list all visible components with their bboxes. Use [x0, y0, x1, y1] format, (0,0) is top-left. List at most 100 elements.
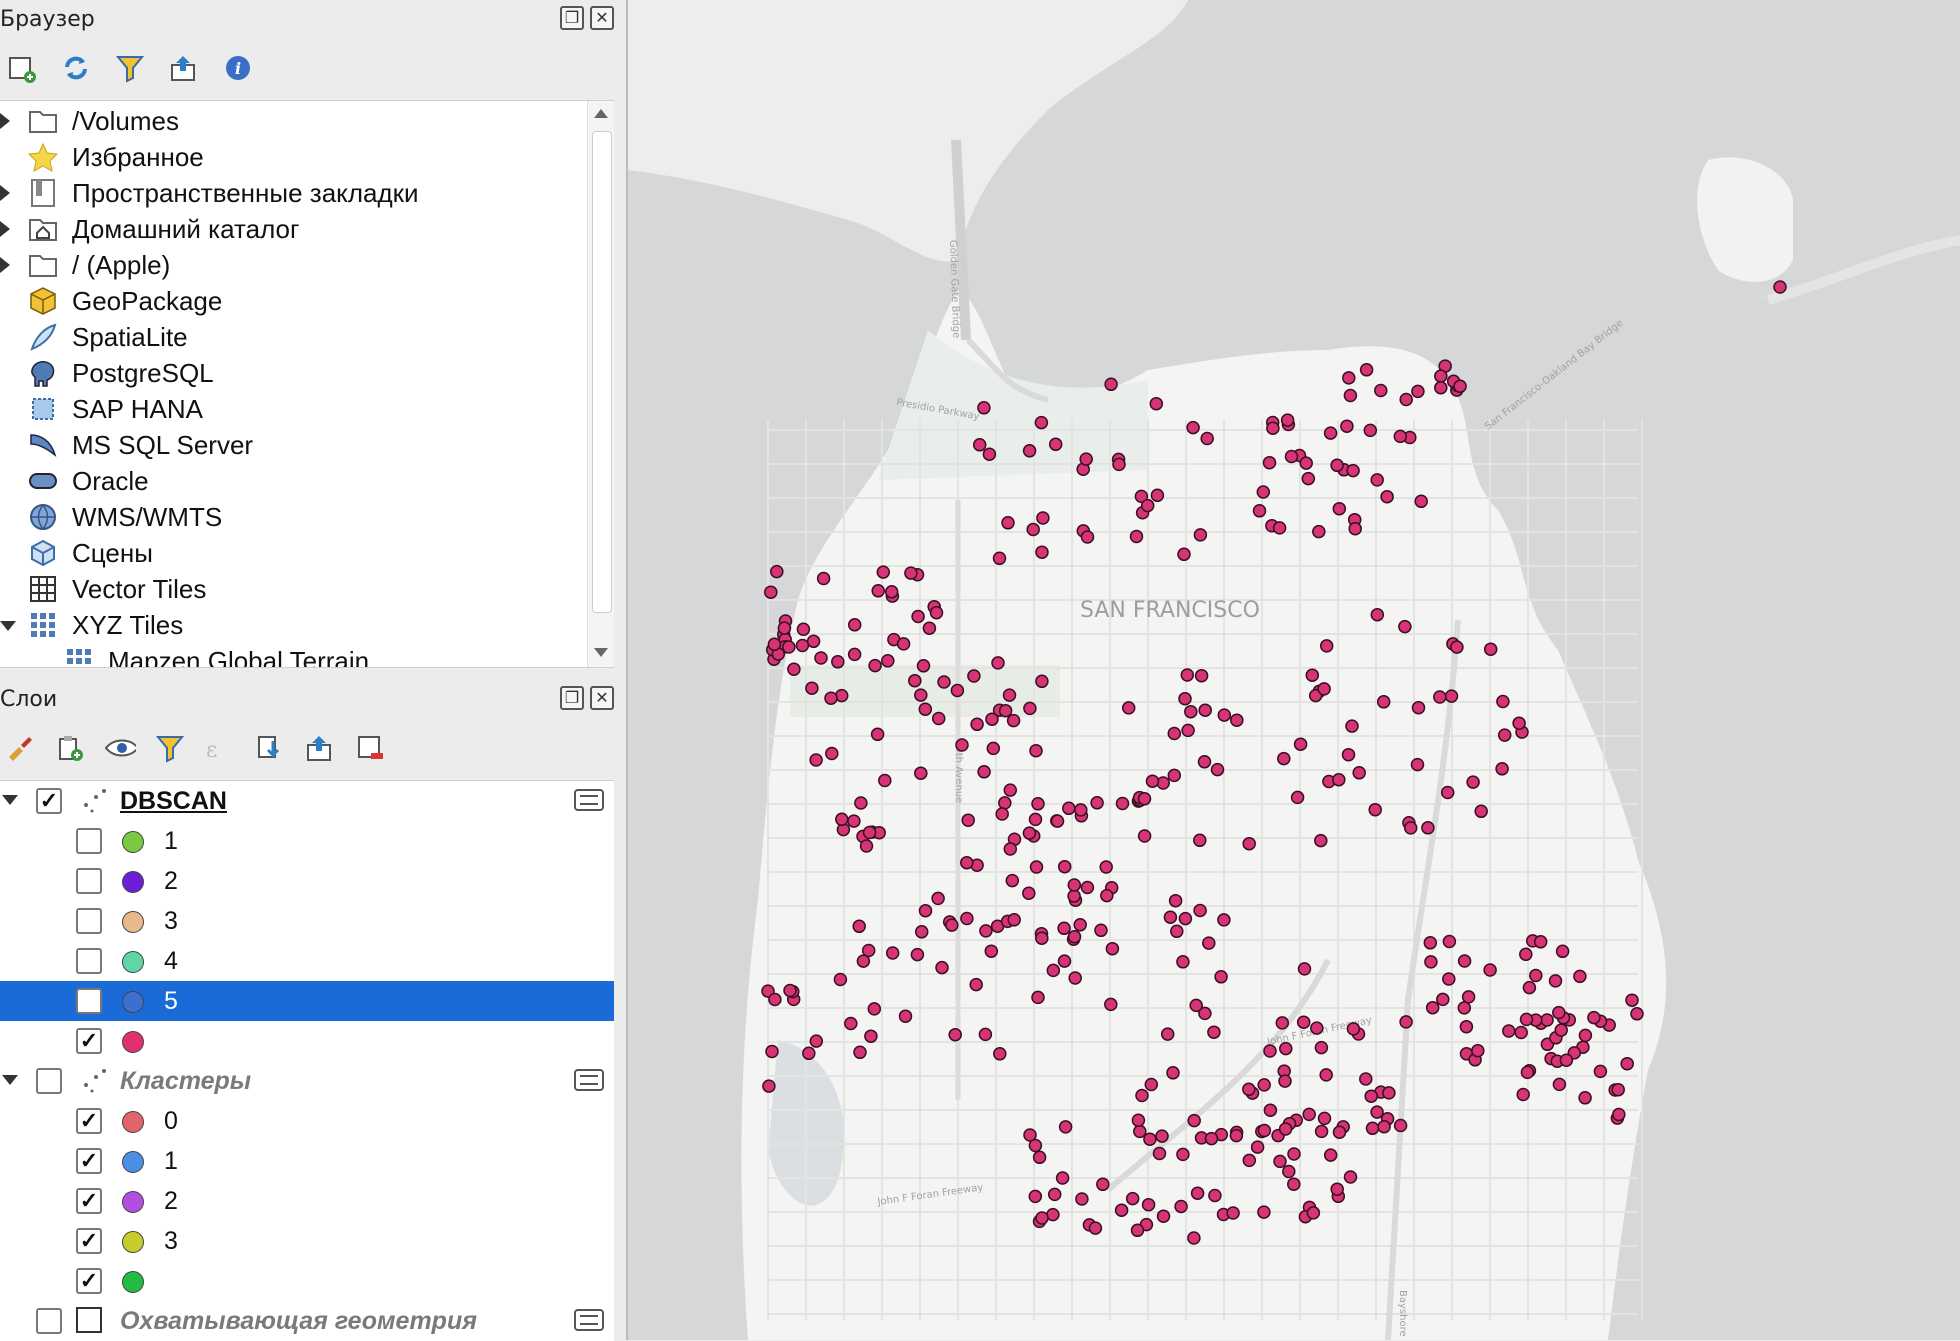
map-point[interactable] — [1442, 972, 1456, 986]
map-point[interactable] — [1193, 528, 1208, 542]
browser-item[interactable]: /Volumes — [0, 103, 586, 139]
map-point[interactable] — [1348, 521, 1362, 536]
map-point[interactable] — [1502, 1024, 1516, 1038]
map-point[interactable] — [982, 447, 997, 461]
map-point[interactable] — [1341, 747, 1356, 762]
memory-layer-icon[interactable] — [574, 789, 604, 811]
legend-class-row[interactable]: ✓ — [0, 1021, 614, 1061]
map-point[interactable] — [1578, 1091, 1592, 1105]
map-point[interactable] — [852, 919, 866, 934]
legend-class-row[interactable]: 3 — [0, 901, 614, 941]
map-point[interactable] — [1474, 804, 1488, 819]
map-point[interactable] — [1105, 941, 1120, 956]
map-point[interactable] — [1323, 426, 1338, 440]
layer-visibility-checkbox[interactable]: ✓ — [36, 788, 62, 814]
map-point[interactable] — [783, 983, 797, 998]
map-point[interactable] — [1032, 1150, 1047, 1165]
map-point[interactable] — [1342, 371, 1356, 385]
map-point[interactable] — [1141, 1197, 1156, 1212]
map-point[interactable] — [896, 637, 911, 651]
map-point[interactable] — [1131, 1113, 1146, 1128]
style-icon[interactable] — [4, 732, 36, 764]
map-point[interactable] — [960, 855, 974, 870]
map-point[interactable] — [1035, 931, 1049, 945]
map-point[interactable] — [1197, 755, 1212, 769]
map-point[interactable] — [1250, 1140, 1265, 1154]
map-point[interactable] — [1050, 814, 1065, 828]
map-point[interactable] — [1578, 1028, 1593, 1043]
map-point[interactable] — [1611, 1082, 1625, 1097]
map-point[interactable] — [1516, 1087, 1530, 1102]
map-point[interactable] — [1340, 419, 1354, 433]
map-point[interactable] — [1257, 1205, 1271, 1219]
map-point[interactable] — [1273, 1154, 1287, 1169]
map-point[interactable] — [1421, 821, 1435, 835]
memory-layer-icon[interactable] — [574, 1309, 604, 1331]
map-point[interactable] — [1242, 1153, 1257, 1168]
map-point[interactable] — [1174, 1199, 1188, 1214]
map-point[interactable] — [1352, 766, 1366, 780]
map-point[interactable] — [955, 738, 969, 752]
map-point[interactable] — [945, 918, 959, 932]
map-point[interactable] — [1548, 974, 1563, 988]
map-point[interactable] — [1277, 751, 1291, 766]
map-point[interactable] — [1180, 668, 1195, 682]
map-point[interactable] — [984, 944, 999, 958]
close-panel-button[interactable]: ✕ — [590, 6, 614, 30]
map-point[interactable] — [764, 585, 778, 599]
map-point[interactable] — [1444, 689, 1459, 703]
map-point[interactable] — [868, 658, 882, 673]
map-point[interactable] — [1026, 522, 1040, 537]
expand-arrow-icon[interactable] — [0, 257, 10, 273]
map-point[interactable] — [1067, 889, 1081, 903]
map-point[interactable] — [1436, 992, 1450, 1007]
map-point[interactable] — [853, 1045, 867, 1060]
map-point[interactable] — [1263, 1103, 1278, 1117]
map-point[interactable] — [1559, 1053, 1574, 1067]
close-panel-button[interactable]: ✕ — [590, 686, 614, 710]
map-point[interactable] — [1003, 842, 1018, 856]
map-point[interactable] — [1149, 396, 1164, 411]
map-point[interactable] — [1382, 1086, 1396, 1100]
map-point[interactable] — [1514, 1025, 1528, 1040]
map-point[interactable] — [1194, 668, 1209, 683]
map-point[interactable] — [833, 972, 848, 987]
map-point[interactable] — [1363, 423, 1378, 438]
map-point[interactable] — [1242, 836, 1256, 851]
map-point[interactable] — [1266, 421, 1280, 435]
browser-tree[interactable]: /Volumes Избранное Пространственные заклад… — [0, 100, 614, 668]
map-point[interactable] — [1368, 802, 1382, 817]
map-point[interactable] — [1343, 1170, 1358, 1184]
map-point[interactable] — [1256, 485, 1271, 499]
map-point[interactable] — [1096, 1177, 1110, 1192]
map-point[interactable] — [1495, 762, 1509, 776]
map-point[interactable] — [1345, 719, 1359, 733]
map-point[interactable] — [1297, 962, 1312, 976]
map-point[interactable] — [1365, 1121, 1380, 1136]
map-point[interactable] — [1403, 821, 1418, 835]
map-point[interactable] — [1290, 790, 1305, 805]
map-point[interactable] — [1048, 437, 1063, 452]
class-visibility-checkbox[interactable]: ✓ — [76, 1188, 102, 1214]
map-point[interactable] — [1193, 903, 1207, 918]
browser-item[interactable]: SpatiaLite — [0, 319, 586, 355]
map-point[interactable] — [1080, 530, 1095, 544]
map-point[interactable] — [1519, 947, 1533, 962]
layer-row[interactable]: Охватывающая геометрия — [0, 1301, 614, 1341]
map-point[interactable] — [1457, 954, 1472, 968]
map-point[interactable] — [1166, 1066, 1180, 1080]
map-point[interactable] — [948, 1027, 962, 1042]
map-point[interactable] — [1022, 826, 1037, 840]
map-point[interactable] — [1137, 792, 1152, 806]
map-point[interactable] — [847, 618, 862, 632]
legend-class-row[interactable]: ✓ 3 — [0, 1221, 614, 1261]
map-point[interactable] — [1152, 1146, 1167, 1161]
map-point[interactable] — [1058, 1120, 1073, 1134]
map-point[interactable] — [992, 551, 1007, 566]
remove-layer-icon[interactable] — [354, 732, 386, 764]
legend-class-row[interactable]: 1 — [0, 821, 614, 861]
map-point[interactable] — [1133, 1124, 1147, 1139]
map-point[interactable] — [1370, 473, 1384, 487]
map-point[interactable] — [1006, 713, 1021, 728]
map-point[interactable] — [1346, 1022, 1361, 1036]
